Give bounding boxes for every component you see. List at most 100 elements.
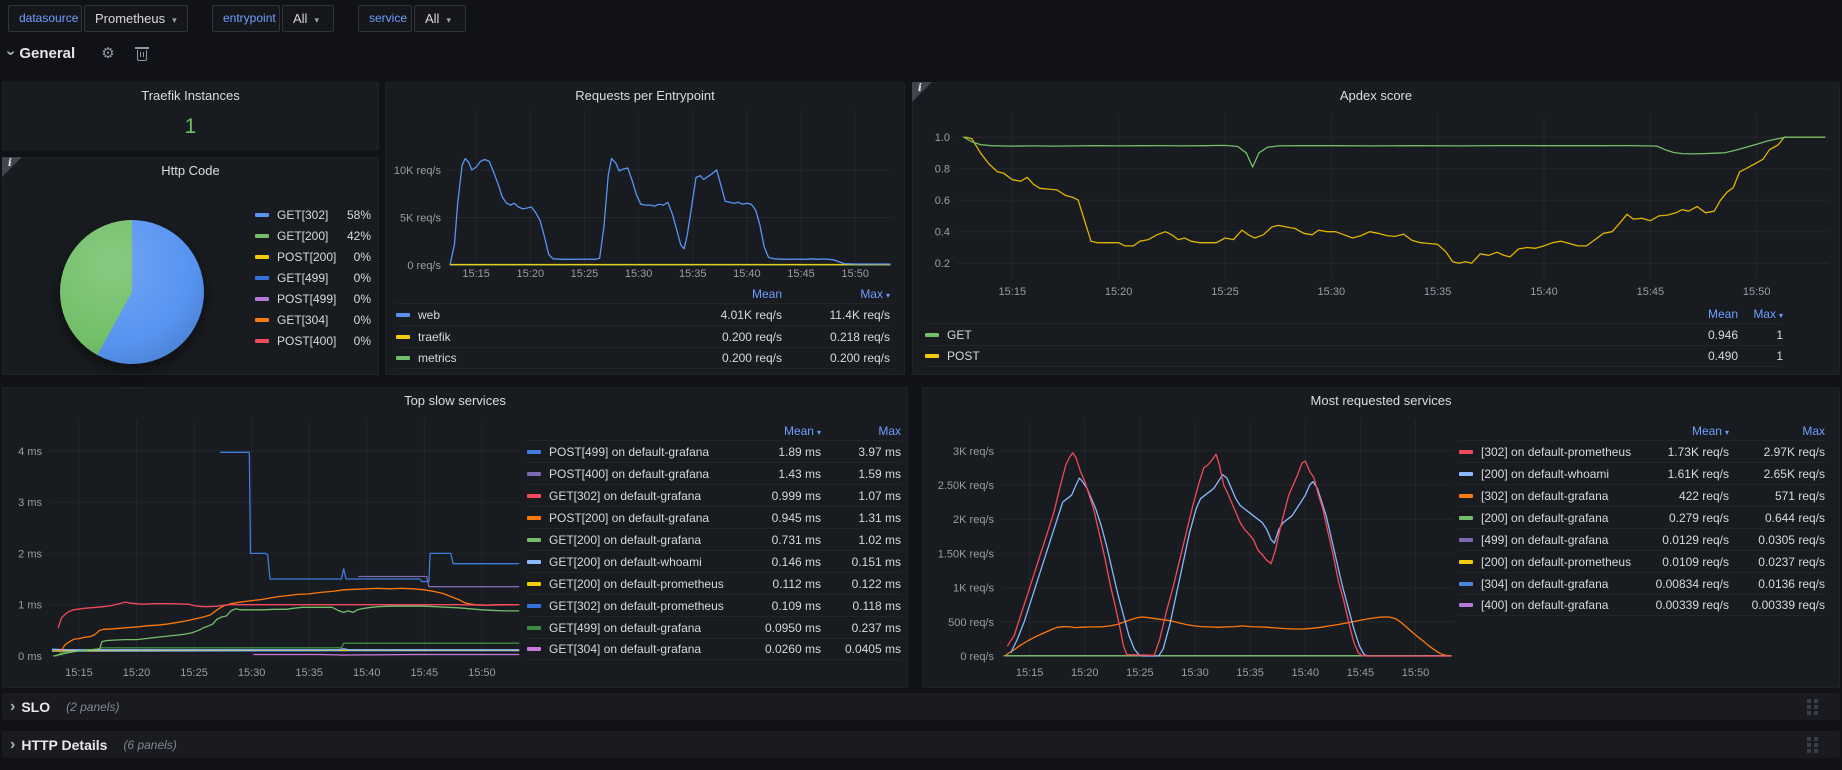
legend-series-name[interactable]: [200] on default-prometheus [1459,555,1639,569]
legend-series-name[interactable]: GET[200] on default-grafana [527,533,736,547]
service-dropdown[interactable]: All▾ [414,5,466,32]
apdex-legend: MeanMax▾GET0.9461POST0.4901 [925,305,1783,367]
timeseries-svg: 0 ms1 ms2 ms3 ms4 ms15:1515:2015:2515:30… [5,406,525,682]
legend-series-name[interactable]: traefik [396,330,677,344]
row-title-http-details[interactable]: HTTP Details [21,737,107,753]
panel-title[interactable]: Traefik Instances [33,88,348,103]
legend-series-name[interactable]: GET[304] on default-grafana [527,642,736,656]
svg-text:0.2: 0.2 [935,258,950,270]
legend-item: GET[302]58% [255,204,371,225]
legend-sort-mean[interactable]: Mean [677,287,782,301]
row-title-general[interactable]: General [19,45,75,62]
svg-text:3K req/s: 3K req/s [953,446,994,458]
legend-value: 0.0950 ms [736,621,821,635]
requests-chart[interactable]: 0 req/s5K req/s10K req/s15:1515:2015:251… [386,105,904,283]
legend-sort-max[interactable]: Max▾ [782,287,890,301]
row-header-general[interactable]: › General ⚙ [8,40,147,66]
legend-row: [200] on default-whoami1.61K req/s2.65K … [1459,462,1825,484]
legend-sort-mean[interactable]: Mean▾ [736,424,821,438]
legend-series-name[interactable]: [304] on default-grafana [1459,577,1639,591]
svg-text:15:30: 15:30 [1318,286,1346,298]
legend-series-name[interactable]: [302] on default-grafana [1459,489,1639,503]
legend-value: 0.731 ms [736,533,821,547]
legend-series-name[interactable]: [499] on default-grafana [1459,533,1639,547]
trash-icon[interactable] [137,50,147,61]
row-title-slo[interactable]: SLO [21,699,50,715]
info-corner-icon[interactable] [912,82,932,102]
legend-value: 0.945 ms [736,511,821,525]
panel-title[interactable]: Requests per Entrypoint [416,88,874,103]
legend-series-name[interactable]: GET[302] on default-prometheus [527,599,736,613]
panel-traefik-instances: Traefik Instances 1 [2,82,379,150]
datasource-value: Prometheus [95,11,165,26]
http-code-pie-chart [60,220,204,364]
legend-series-name[interactable]: web [396,308,677,322]
legend-value: 1.61K req/s [1639,467,1729,481]
legend-series-name[interactable]: POST[400] [277,334,346,348]
row-http-details[interactable]: › HTTP Details (6 panels) [2,731,1840,758]
legend-series-name[interactable]: POST[499] [277,292,346,306]
legend-row: GET[304] on default-grafana0.0260 ms0.04… [527,638,901,660]
svg-text:15:15: 15:15 [1016,667,1044,679]
legend-item: POST[400]0% [255,330,371,351]
legend-series-name[interactable]: [302] on default-prometheus [1459,445,1639,459]
panel-title[interactable]: Http Code [33,163,348,178]
entrypoint-value: All [293,11,307,26]
most-requested-chart[interactable]: 0 req/s500 req/s1K req/s1.50K req/s2K re… [923,406,1457,682]
legend-value: 0.151 ms [821,555,901,569]
gear-icon[interactable]: ⚙ [101,46,114,61]
legend-series-name[interactable]: POST[200] [277,250,346,264]
svg-text:15:25: 15:25 [1126,667,1154,679]
legend-series-name[interactable]: metrics [396,351,677,365]
svg-text:5K req/s: 5K req/s [400,212,441,224]
panel-requests-per-entrypoint: Requests per Entrypoint 0 req/s5K req/s1… [385,82,905,375]
info-corner-icon[interactable] [2,157,22,177]
legend-series-name[interactable]: GET[499] on default-grafana [527,621,736,635]
row-drag-handle[interactable] [1807,737,1818,753]
legend-series-name[interactable]: POST[200] on default-grafana [527,511,736,525]
legend-series-name[interactable]: [200] on default-whoami [1459,467,1639,481]
legend-series-name[interactable]: GET[200] on default-whoami [527,555,736,569]
legend-series-name[interactable]: POST [925,349,1658,363]
entrypoint-dropdown[interactable]: All▾ [282,5,334,32]
legend-row: GET[499] on default-grafana0.0950 ms0.23… [527,616,901,638]
legend-value: 1 [1738,349,1783,363]
svg-text:2.50K req/s: 2.50K req/s [938,480,995,492]
legend-value: 0.200 req/s [677,330,782,344]
legend-value: 3.97 ms [821,445,901,459]
legend-item: POST[200]0% [255,246,371,267]
legend-series-name[interactable]: GET[200] [277,229,339,243]
datasource-dropdown[interactable]: Prometheus▾ [84,5,188,32]
legend-series-name[interactable]: GET [925,328,1658,342]
legend-sort-mean[interactable]: Mean▾ [1639,424,1729,438]
legend-series-name[interactable]: POST[499] on default-grafana [527,445,736,459]
apdex-chart[interactable]: 0.20.40.60.81.015:1515:2015:2515:3015:35… [913,105,1839,301]
legend-series-name[interactable]: GET[499] [277,271,346,285]
legend-sort-max[interactable]: Max [1729,424,1825,438]
legend-value: 0.0260 ms [736,642,821,656]
legend-series-name[interactable]: [200] on default-grafana [1459,511,1639,525]
legend-series-name[interactable]: GET[302] on default-grafana [527,489,736,503]
legend-series-name[interactable]: POST[400] on default-grafana [527,467,736,481]
legend-row: GET[302] on default-prometheus0.109 ms0.… [527,594,901,616]
legend-sort-max[interactable]: Max▾ [1738,307,1783,321]
legend-series-name[interactable]: [400] on default-grafana [1459,598,1639,612]
series-color-swatch [1459,582,1473,586]
row-drag-handle[interactable] [1807,699,1818,715]
panel-title[interactable]: Apdex score [943,88,1809,103]
svg-text:15:40: 15:40 [1530,286,1558,298]
legend-row: GET[200] on default-grafana0.731 ms1.02 … [527,528,901,550]
legend-sort-mean[interactable]: Mean [1658,307,1738,321]
series-color-swatch [527,494,541,498]
series-color-swatch [1459,516,1473,520]
top-slow-chart[interactable]: 0 ms1 ms2 ms3 ms4 ms15:1515:2015:2515:30… [5,406,525,682]
legend-value: 0.112 ms [736,577,821,591]
legend-series-name[interactable]: GET[304] [277,313,346,327]
legend-sort-max[interactable]: Max [821,424,901,438]
chevron-expanded-icon: › [3,50,19,55]
svg-text:15:15: 15:15 [462,268,490,280]
svg-text:15:15: 15:15 [999,286,1027,298]
legend-series-name[interactable]: GET[302] [277,208,339,222]
legend-series-name[interactable]: GET[200] on default-prometheus [527,577,736,591]
row-slo[interactable]: › SLO (2 panels) [2,693,1840,720]
